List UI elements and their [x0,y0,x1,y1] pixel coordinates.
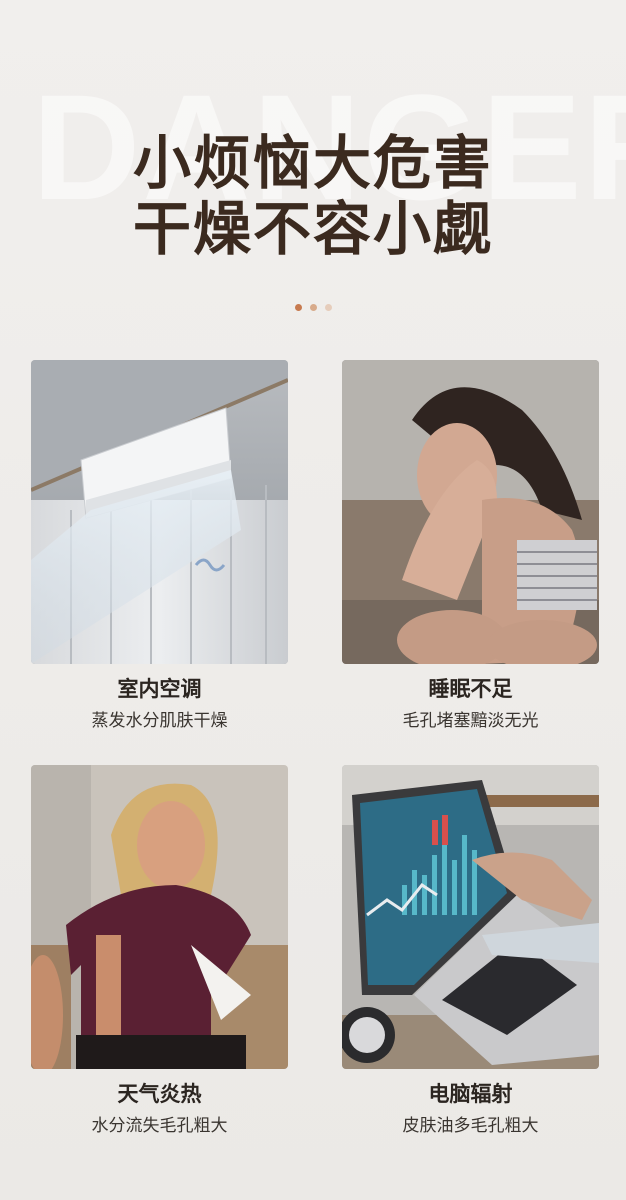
card-hot-weather: 天气炎热 水分流失毛孔粗大 [31,765,288,1137]
card-desc: 毛孔堵塞黯淡无光 [402,711,539,731]
card-title: 天气炎热 [117,1082,202,1106]
card-title: 睡眠不足 [428,677,513,701]
air-conditioner-photo [31,360,288,664]
card-desc: 蒸发水分肌肤干燥 [91,711,228,731]
card-title: 电脑辐射 [428,1082,513,1106]
tired-woman-photo [342,360,599,664]
card-computer-radiation: 电脑辐射 皮肤油多毛孔粗大 [342,765,599,1137]
pager-dot[interactable] [324,304,332,311]
card-title: 室内空调 [117,677,202,701]
card-desc: 水分流失毛孔粗大 [91,1116,228,1136]
card-indoor-ac: 室内空调 蒸发水分肌肤干燥 [31,360,288,732]
pager-dots [0,304,626,311]
headline: 小烦恼大危害 干燥不容小觑 [0,130,626,262]
page: DANGER 小烦恼大危害 干燥不容小觑 [0,0,626,1200]
headline-line-1: 小烦恼大危害 [132,129,493,197]
card-lack-of-sleep: 睡眠不足 毛孔堵塞黯淡无光 [342,360,599,732]
headline-line-2: 干燥不容小觑 [132,195,493,263]
laptop-screen-photo [342,765,599,1069]
card-desc: 皮肤油多毛孔粗大 [402,1116,539,1136]
pager-dot-active[interactable] [294,304,302,311]
hot-weather-woman-photo [31,765,288,1069]
pager-dot[interactable] [309,304,317,311]
